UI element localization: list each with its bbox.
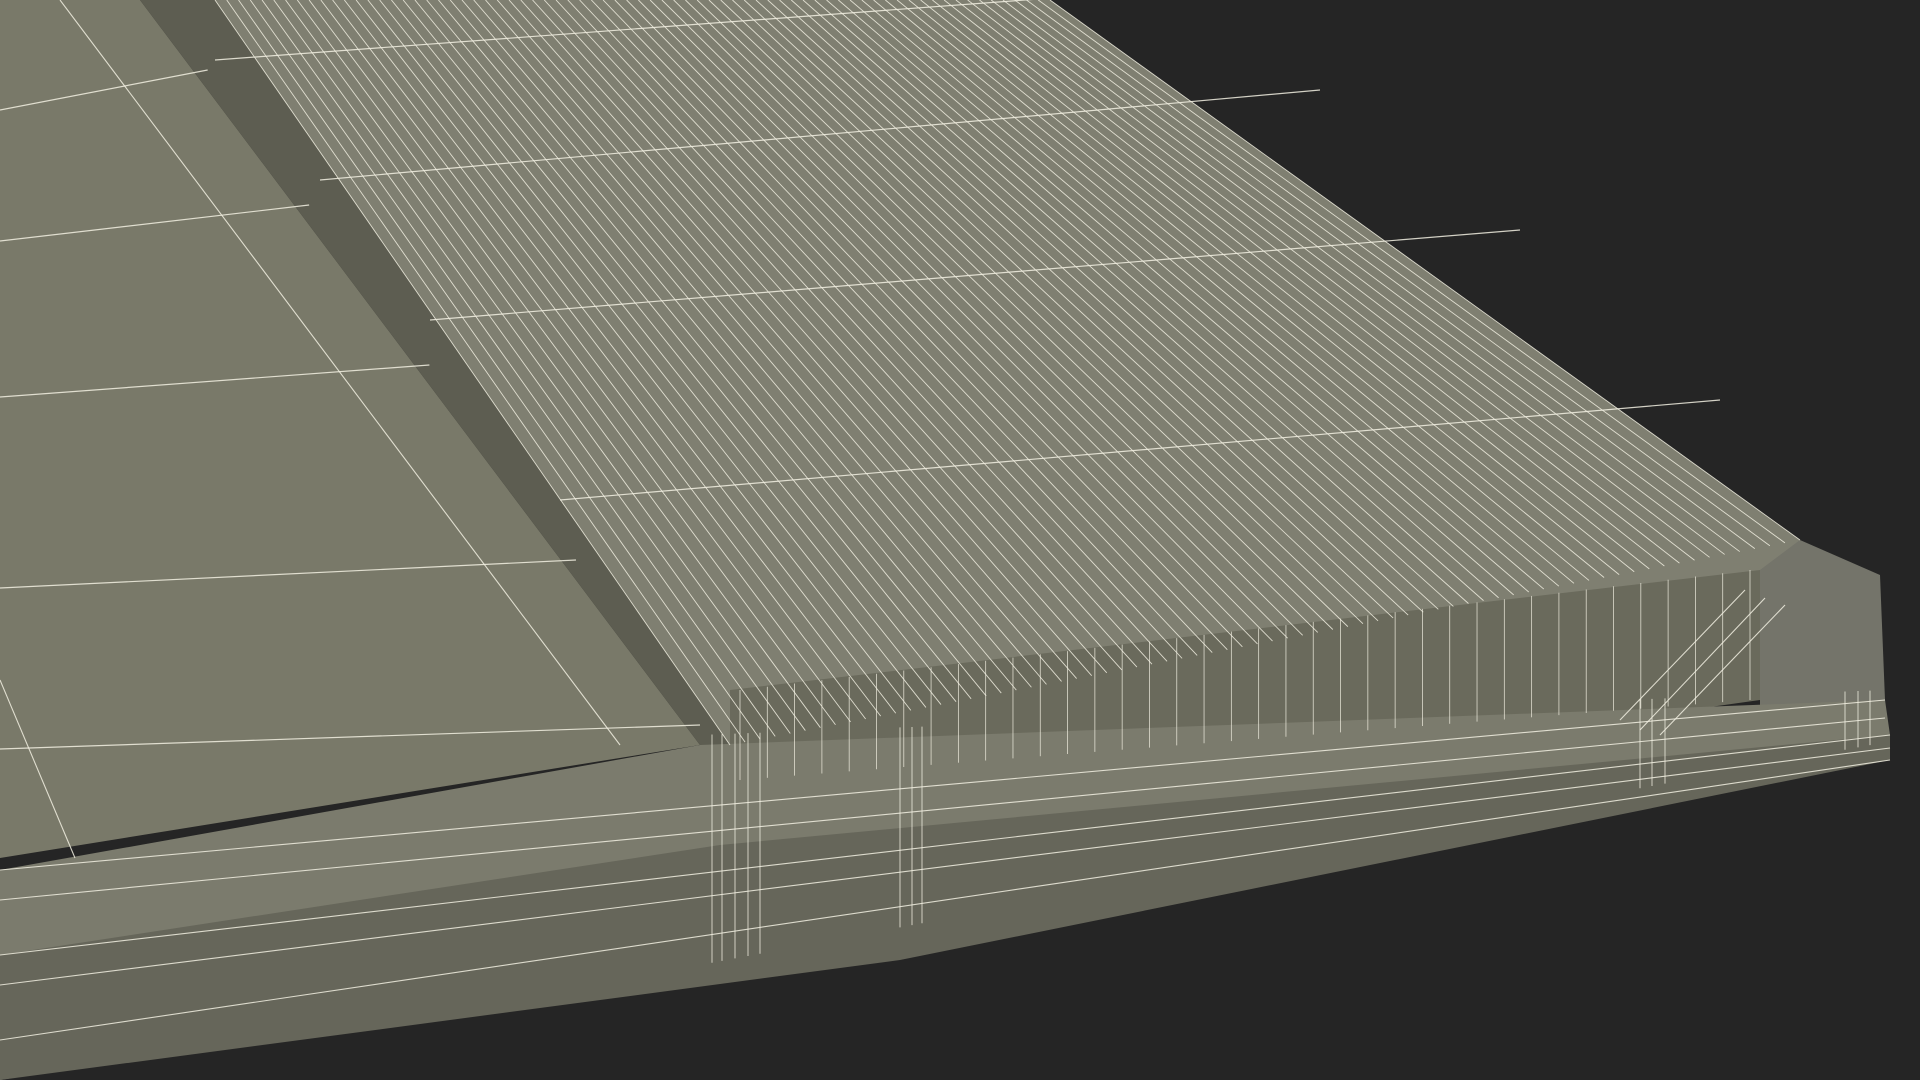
wireframe-render [0, 0, 1920, 1080]
render-viewport [0, 0, 1920, 1080]
